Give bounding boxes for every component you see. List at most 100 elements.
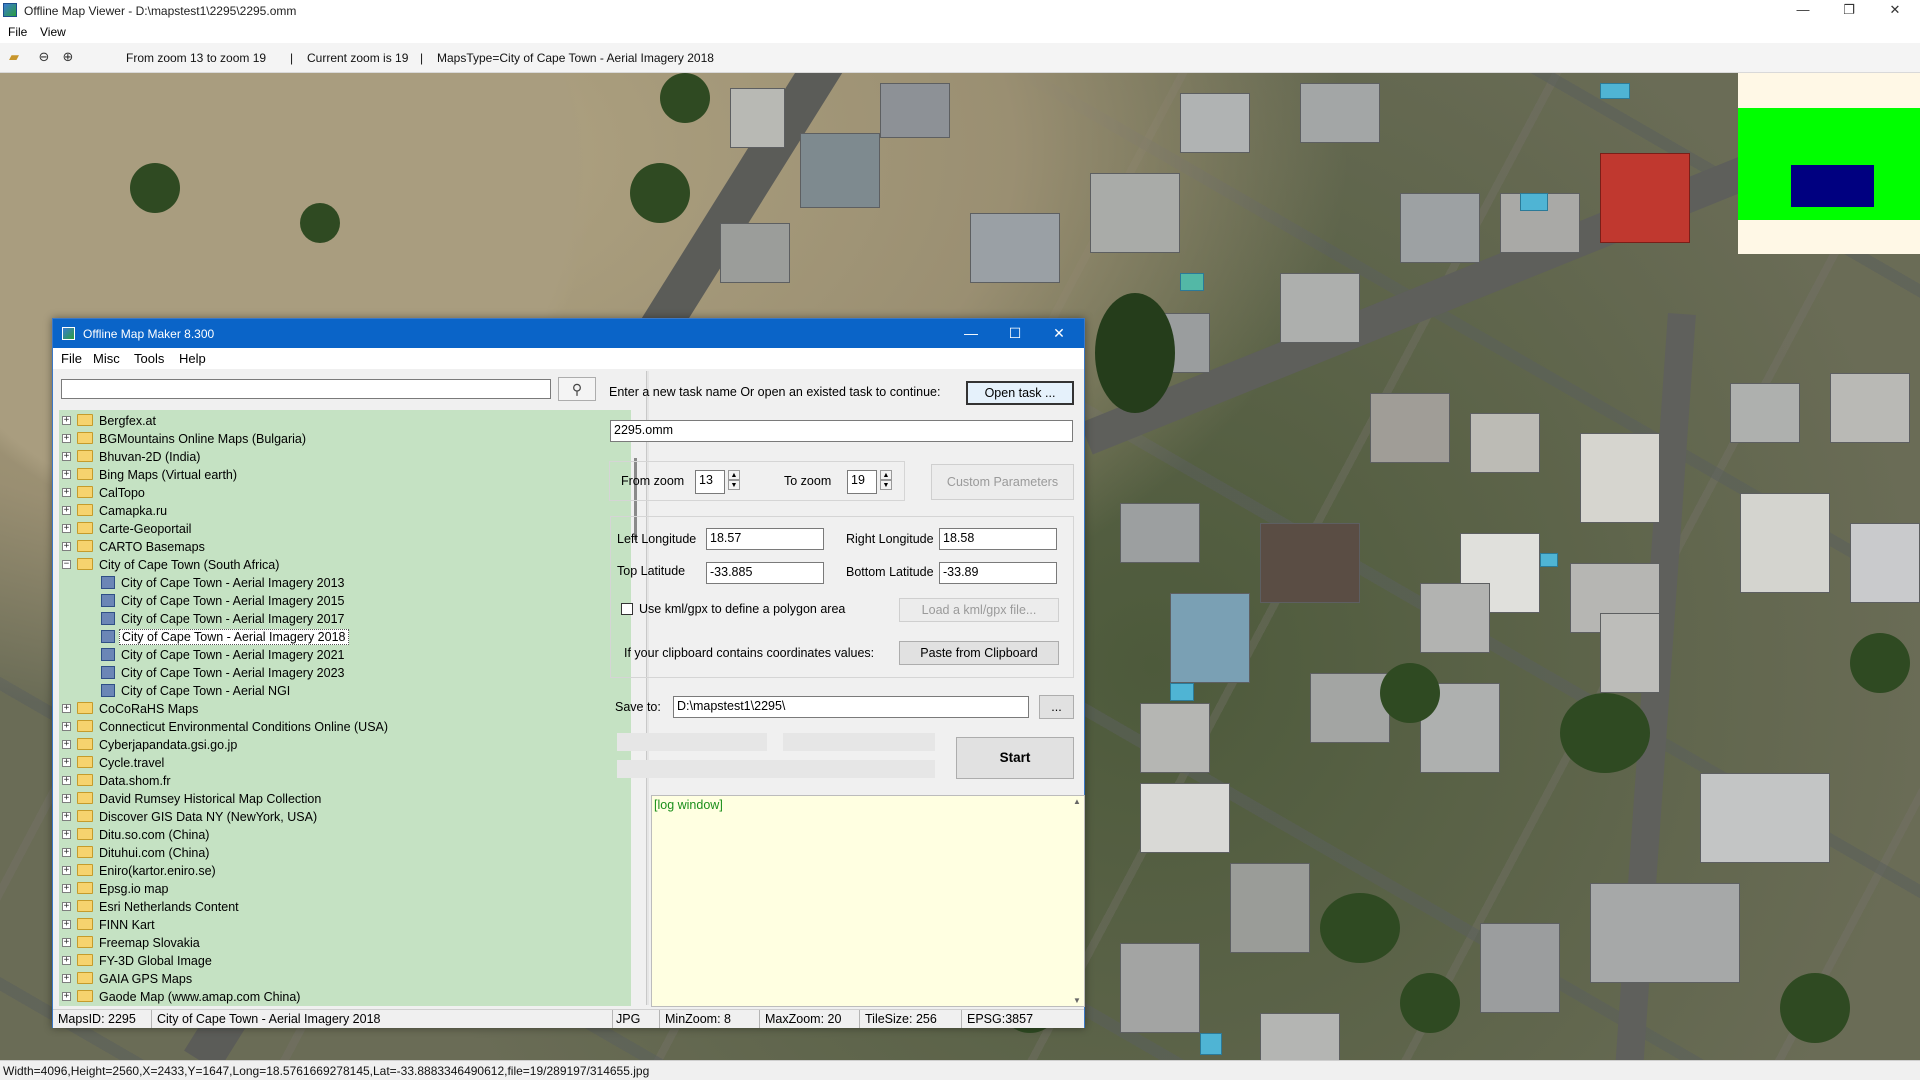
tree-map-item[interactable]: City of Cape Town - Aerial NGI [59,682,631,700]
open-task-button[interactable]: Open task ... [966,381,1074,405]
tree-map-item[interactable]: City of Cape Town - Aerial Imagery 2021 [59,646,631,664]
zoom-in-icon[interactable]: ⊕ [60,49,76,65]
tree-map-item[interactable]: City of Cape Town - Aerial Imagery 2015 [59,592,631,610]
spin-up-icon[interactable]: ▲ [728,470,740,480]
right-longitude-input[interactable]: 18.58 [939,528,1057,550]
expand-icon[interactable]: + [62,722,71,731]
expand-icon[interactable]: + [62,740,71,749]
dialog-minimize-button[interactable]: — [951,322,991,344]
expand-icon[interactable]: + [62,974,71,983]
left-longitude-input[interactable]: 18.57 [706,528,824,550]
expand-icon[interactable]: + [62,542,71,551]
expand-icon[interactable]: + [62,812,71,821]
tree-map-item[interactable]: City of Cape Town - Aerial Imagery 2018 [59,628,631,646]
expand-icon[interactable]: + [62,506,71,515]
top-latitude-input[interactable]: -33.885 [706,562,824,584]
expand-icon[interactable]: + [62,902,71,911]
tree-folder-item[interactable]: + CARTO Basemaps [59,538,631,556]
bottom-latitude-input[interactable]: -33.89 [939,562,1057,584]
tree-folder-item[interactable]: + Eniro(kartor.eniro.se) [59,862,631,880]
to-zoom-spinner[interactable]: ▲ ▼ [880,470,894,494]
expand-icon[interactable]: + [62,848,71,857]
dialog-menu-tools[interactable]: Tools [134,351,164,366]
spin-up-icon[interactable]: ▲ [880,470,892,480]
minimize-button[interactable]: — [1780,0,1826,22]
dialog-maximize-button[interactable]: ☐ [995,322,1035,344]
scroll-up-icon[interactable]: ▲ [1073,797,1081,806]
expand-icon[interactable]: + [62,794,71,803]
dialog-menu-file[interactable]: File [61,351,82,366]
expand-icon[interactable]: + [62,776,71,785]
expand-icon[interactable]: + [62,920,71,929]
menu-file[interactable]: File [8,25,27,39]
expand-icon[interactable]: + [62,830,71,839]
spin-down-icon[interactable]: ▼ [880,480,892,490]
tree-folder-item[interactable]: + CoCoRaHS Maps [59,700,631,718]
scroll-down-icon[interactable]: ▼ [1073,996,1081,1005]
tree-folder-item[interactable]: + Esri Netherlands Content [59,898,631,916]
tree-folder-item[interactable]: + Gaode Map (www.amap.com China) [59,988,631,1006]
tree-folder-item[interactable]: + Carte-Geoportail [59,520,631,538]
log-window[interactable]: [log window] ▲ ▼ [651,795,1085,1007]
dialog-menu-help[interactable]: Help [179,351,206,366]
expand-icon[interactable]: + [62,956,71,965]
dialog-close-button[interactable]: ✕ [1039,322,1079,344]
tree-folder-item[interactable]: + Cycle.travel [59,754,631,772]
expand-icon[interactable]: + [62,884,71,893]
to-zoom-input[interactable]: 19 [847,470,877,494]
expand-icon[interactable]: + [62,866,71,875]
tree-folder-item[interactable]: + Connecticut Environmental Conditions On… [59,718,631,736]
from-zoom-spinner[interactable]: ▲ ▼ [728,470,742,494]
tree-folder-item[interactable]: − City of Cape Town (South Africa) [59,556,631,574]
from-zoom-input[interactable]: 13 [695,470,725,494]
load-kml-button[interactable]: Load a kml/gpx file... [899,598,1059,622]
start-button[interactable]: Start [956,737,1074,779]
expand-icon[interactable]: + [62,758,71,767]
tree-map-item[interactable]: City of Cape Town - Aerial Imagery 2017 [59,610,631,628]
tree-folder-item[interactable]: + FY-3D Global Image [59,952,631,970]
paste-clipboard-button[interactable]: Paste from Clipboard [899,641,1059,665]
expand-icon[interactable]: + [62,470,71,479]
tree-folder-item[interactable]: + Camapka.ru [59,502,631,520]
task-name-input[interactable]: 2295.omm [610,420,1073,442]
expand-icon[interactable]: + [62,416,71,425]
maps-tree[interactable]: + Bergfex.at + BGMountains Online Maps (Bul… [59,410,631,1006]
search-input[interactable] [61,379,551,399]
tree-folder-item[interactable]: + David Rumsey Historical Map Collection [59,790,631,808]
expand-icon[interactable]: + [62,524,71,533]
tree-folder-item[interactable]: + Cyberjapandata.gsi.go.jp [59,736,631,754]
tree-folder-item[interactable]: + FINN Kart [59,916,631,934]
tree-folder-item[interactable]: + Bergfex.at [59,412,631,430]
tree-folder-item[interactable]: + BGMountains Online Maps (Bulgaria) [59,430,631,448]
tree-folder-item[interactable]: + Ditu.so.com (China) [59,826,631,844]
zoom-out-icon[interactable]: ⊖ [36,49,52,65]
tree-folder-item[interactable]: + Discover GIS Data NY (NewYork, USA) [59,808,631,826]
custom-parameters-button[interactable]: Custom Parameters [931,464,1074,500]
tree-map-item[interactable]: City of Cape Town - Aerial Imagery 2013 [59,574,631,592]
minimap[interactable] [1738,73,1920,254]
tree-folder-item[interactable]: + GAIA GPS Maps [59,970,631,988]
expand-icon[interactable]: + [62,704,71,713]
menu-view[interactable]: View [40,25,66,39]
log-scrollbar[interactable]: ▲ ▼ [1071,797,1083,1005]
tree-folder-item[interactable]: + Bhuvan-2D (India) [59,448,631,466]
save-path-input[interactable]: D:\mapstest1\2295\ [673,696,1029,718]
spin-down-icon[interactable]: ▼ [728,480,740,490]
folder-open-icon[interactable]: ▰ [6,49,22,65]
expand-icon[interactable]: + [62,488,71,497]
collapse-icon[interactable]: − [62,560,71,569]
tree-folder-item[interactable]: + Bing Maps (Virtual earth) [59,466,631,484]
browse-button[interactable]: ... [1039,695,1074,719]
tree-folder-item[interactable]: + Freemap Slovakia [59,934,631,952]
maximize-button[interactable]: ❐ [1826,0,1872,22]
dialog-menu-misc[interactable]: Misc [93,351,120,366]
tree-folder-item[interactable]: + Dituhui.com (China) [59,844,631,862]
search-button[interactable]: ⚲ [558,377,596,401]
expand-icon[interactable]: + [62,992,71,1001]
tree-folder-item[interactable]: + CalTopo [59,484,631,502]
close-button[interactable]: ✕ [1872,0,1918,22]
tree-folder-item[interactable]: + Epsg.io map [59,880,631,898]
expand-icon[interactable]: + [62,452,71,461]
tree-map-item[interactable]: City of Cape Town - Aerial Imagery 2023 [59,664,631,682]
expand-icon[interactable]: + [62,938,71,947]
